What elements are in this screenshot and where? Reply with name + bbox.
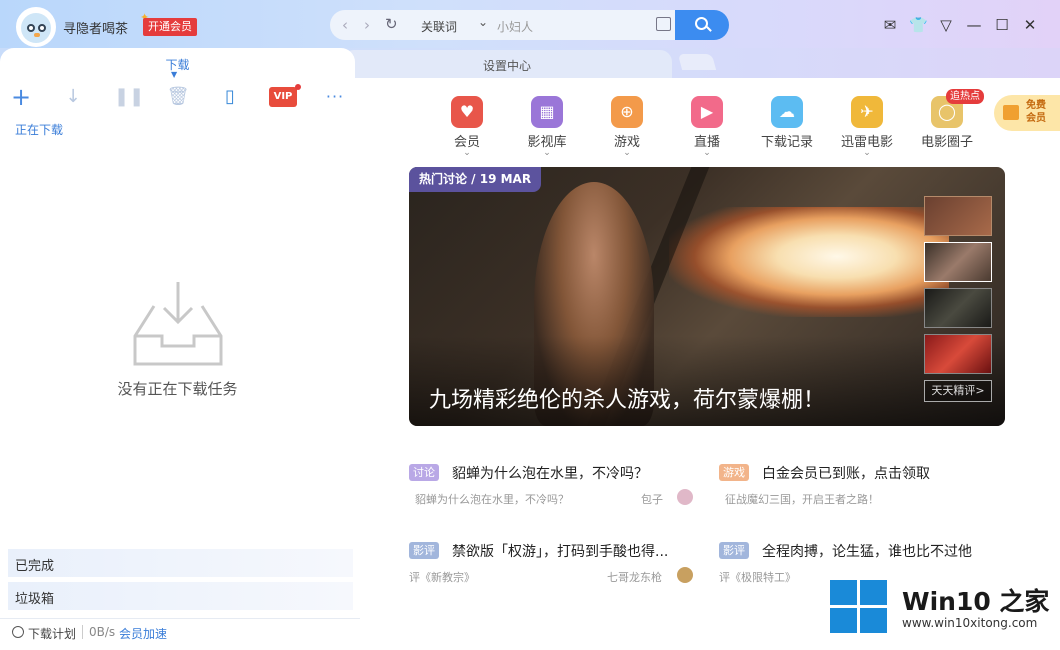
back-icon[interactable]: ‹ — [342, 16, 348, 34]
tab-settings[interactable]: 设置中心 — [342, 50, 672, 78]
article-author: 包子 — [641, 493, 663, 506]
username[interactable]: 寻隐者喝茶 — [63, 18, 128, 37]
hero-thumbnail[interactable] — [924, 242, 992, 282]
watermark: Win10 之家 www.win10xitong.com — [822, 570, 1060, 650]
hero-thumbnail[interactable] — [924, 288, 992, 328]
trash-label: 垃圾箱 — [15, 592, 55, 607]
download-speed: 0B/s — [89, 625, 116, 639]
windows-logo-icon — [830, 580, 890, 635]
skin-icon[interactable]: 👕 — [909, 16, 928, 34]
phone-icon[interactable]: ▯ — [218, 85, 242, 109]
maximize-icon[interactable]: ☐ — [993, 16, 1011, 34]
empty-inbox-icon — [133, 282, 223, 366]
mail-icon[interactable]: ✉ — [881, 16, 899, 34]
open-vip-button[interactable]: 开通会员 — [143, 18, 197, 36]
hot-badge: 追热点 — [946, 89, 984, 104]
search-button[interactable] — [675, 10, 729, 40]
nav-movie-circle[interactable]: ◯ 电影圈子 — [911, 96, 983, 150]
article-title[interactable]: 禁欲版「权游」，打码到手酸也得... — [452, 541, 668, 561]
clock-icon — [12, 626, 24, 638]
chevron-down-icon: ⌄ — [463, 148, 471, 158]
user-avatar[interactable] — [16, 7, 56, 47]
hero-image-fire — [669, 207, 949, 317]
nav-film-library[interactable]: ▦ 影视库 ⌄ — [511, 96, 583, 158]
nav-download-history[interactable]: ☁ 下载记录 — [751, 96, 823, 150]
search-input[interactable]: 小妇人 — [497, 18, 533, 35]
article-title[interactable]: 貂蝉为什么泡在水里，不冷吗？ — [452, 463, 648, 483]
cloud-icon: ☁ — [771, 96, 803, 128]
film-icon: ▦ — [531, 96, 563, 128]
article-author: 七哥龙东枪 — [607, 571, 662, 584]
article-badge: 游戏 — [719, 464, 749, 481]
tab-active-indicator: ▼ — [171, 70, 178, 79]
avatar-face — [21, 13, 51, 43]
article-badge: 影评 — [409, 542, 439, 559]
search-bar: ‹ › ↻ 关联词 ⌄ 小妇人 — [330, 10, 675, 40]
gift-icon — [1003, 105, 1019, 120]
trash-item[interactable]: 垃圾箱 — [8, 582, 353, 610]
bird-icon: ✈ — [851, 96, 883, 128]
download-plan-button[interactable]: 下载计划 — [28, 625, 76, 642]
menu-icon[interactable]: ▽ — [937, 16, 955, 34]
download-toolbar: + ↓ ❚❚ 🗑 ▯ VIP ··· — [0, 84, 360, 115]
completed-label: 已完成 — [15, 559, 55, 574]
daily-review-button[interactable]: 天天精评> — [924, 380, 992, 402]
new-tab-button[interactable] — [677, 54, 717, 70]
vip-accelerate-link[interactable]: 会员加速 — [119, 625, 167, 642]
add-task-icon[interactable]: + — [9, 85, 33, 109]
hero-thumbnail[interactable] — [924, 196, 992, 236]
open-page-icon[interactable] — [656, 17, 671, 31]
watermark-site: www.win10xitong.com — [902, 616, 1038, 630]
tab-download[interactable]: 下载 ▼ — [0, 48, 355, 79]
free-vip-button[interactable]: 免费会员 — [994, 95, 1060, 131]
tab-download-label: 下载 — [165, 58, 190, 72]
tv-play-icon: ▶ — [691, 96, 723, 128]
more-icon[interactable]: ··· — [323, 85, 347, 109]
vip-icon[interactable]: VIP — [269, 84, 301, 107]
watermark-brand: Win10 之家 — [902, 587, 1050, 616]
chevron-down-icon: ⌄ — [543, 148, 551, 158]
nav-games[interactable]: ⊕ 游戏 ⌄ — [591, 96, 663, 158]
article-title[interactable]: 白金会员已到账，点击领取 — [762, 463, 930, 483]
article-subtitle: 征战魔幻三国，开启王者之路！ — [725, 493, 879, 506]
hero-tag: 热门讨论 / 19 MAR — [409, 167, 542, 192]
tab-settings-label: 设置中心 — [482, 59, 531, 73]
completed-item[interactable]: 已完成 — [8, 549, 353, 577]
article-subtitle: 评《极限特工》 — [719, 571, 796, 584]
tab-strip: 设置中心 下载 ▼ — [0, 48, 1060, 79]
title-bar: 寻隐者喝茶 ✦ 开通会员 ‹ › ↻ 关联词 ⌄ 小妇人 ✉ 👕 ▽ — ☐ ✕ — [0, 0, 1060, 48]
article-badge: 讨论 — [409, 464, 439, 481]
chevron-down-icon: ⌄ — [623, 148, 631, 158]
article-badge: 影评 — [719, 542, 749, 559]
nav-xunlei-movie[interactable]: ✈ 迅雷电影 ⌄ — [831, 96, 903, 158]
author-avatar — [677, 489, 693, 505]
refresh-icon[interactable]: ↻ — [385, 15, 398, 33]
empty-message: 没有正在下载任务 — [117, 380, 238, 398]
vip-heart-icon: ♥ — [451, 96, 483, 128]
author-avatar — [677, 567, 693, 583]
status-bar: 下载计划 0B/s 会员加速 — [0, 618, 360, 650]
nav-vip[interactable]: ♥ 会员 ⌄ — [431, 96, 503, 158]
start-download-icon[interactable]: ↓ — [61, 85, 85, 109]
search-type-select[interactable]: 关联词 — [421, 18, 457, 35]
pause-icon[interactable]: ❚❚ — [114, 85, 144, 109]
gamepad-icon: ⊕ — [611, 96, 643, 128]
minimize-icon[interactable]: — — [965, 16, 983, 34]
chevron-down-icon[interactable]: ⌄ — [478, 15, 488, 29]
hero-thumbnail[interactable] — [924, 334, 992, 374]
notification-dot — [295, 84, 301, 90]
forward-icon[interactable]: › — [364, 16, 370, 34]
article-title[interactable]: 全程肉搏，论生猛，谁也比不过他 — [762, 541, 972, 561]
hero-banner[interactable]: 热门讨论 / 19 MAR 九场精彩绝伦的杀人游戏，荷尔蒙爆棚！ 天天精评> — [409, 167, 1005, 426]
article-subtitle: 貂蝉为什么泡在水里，不冷吗？ — [415, 493, 569, 506]
close-icon[interactable]: ✕ — [1021, 16, 1039, 34]
chevron-down-icon: ⌄ — [703, 148, 711, 158]
nav-live[interactable]: ▶ 直播 ⌄ — [671, 96, 743, 158]
article-subtitle: 评《新教宗》 — [409, 571, 475, 584]
downloading-filter[interactable]: 正在下载 — [15, 121, 63, 138]
hero-title[interactable]: 九场精彩绝伦的杀人游戏，荷尔蒙爆棚！ — [429, 382, 825, 414]
delete-icon[interactable]: 🗑 — [166, 85, 190, 109]
